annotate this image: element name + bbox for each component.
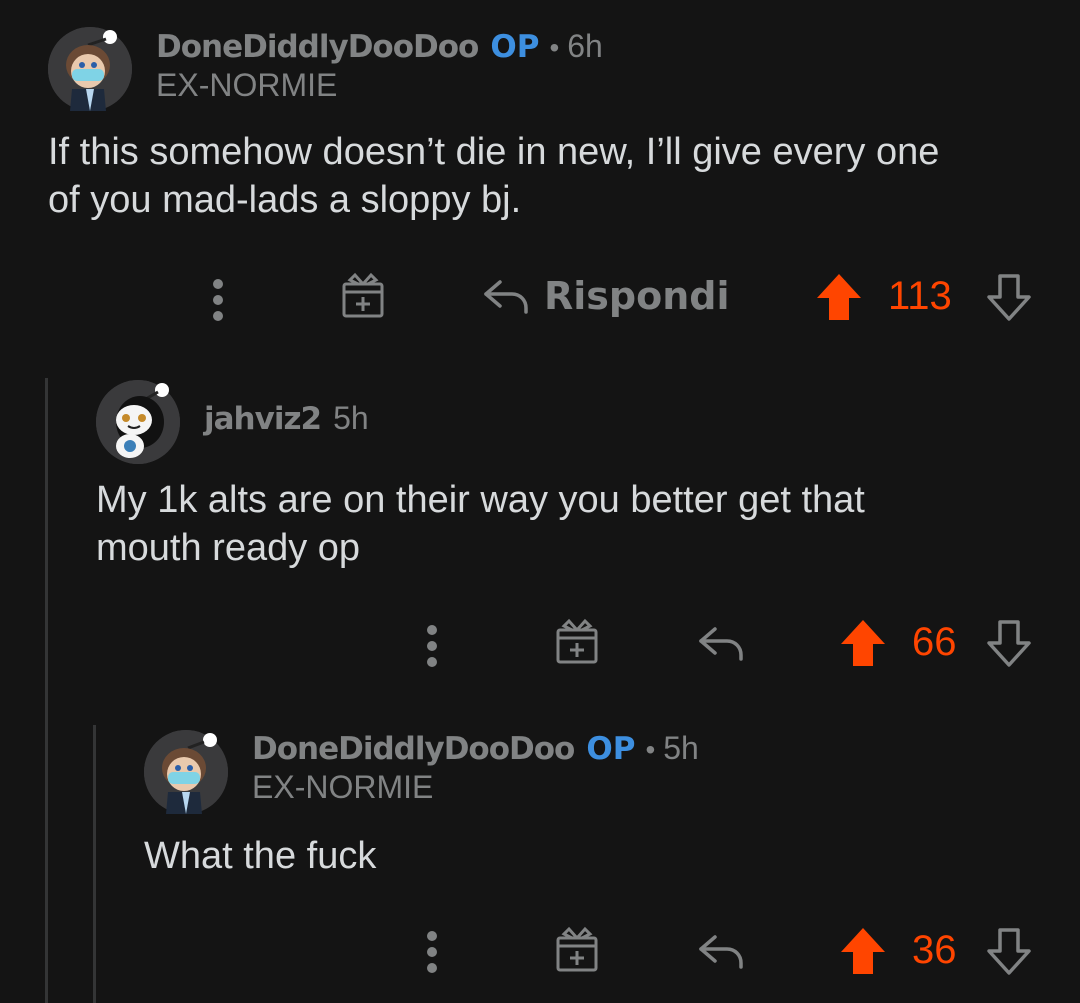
downvote-icon	[987, 928, 1031, 975]
op-badge: OP	[586, 731, 636, 767]
comment-3: DoneDiddlyDooDoo OP • 5h EX-NORMIE What …	[0, 0, 1080, 1003]
vote-score: 36	[912, 928, 957, 972]
user-flair: EX-NORMIE	[252, 769, 434, 805]
username[interactable]: DoneDiddlyDooDoo	[252, 731, 575, 767]
avatar[interactable]	[144, 730, 228, 814]
more-options-icon	[427, 931, 437, 973]
comment-thread: DoneDiddlyDooDoo OP • 6h EX-NORMIE If th…	[0, 0, 1080, 1003]
avatar-icon	[144, 730, 228, 814]
downvote-button[interactable]	[984, 924, 1034, 978]
comment-body-line: What the fuck	[144, 835, 377, 877]
award-icon	[556, 926, 598, 972]
reply-icon	[699, 935, 743, 969]
more-options-button[interactable]	[412, 922, 452, 982]
comment-body: What the fuck	[144, 832, 376, 880]
award-button[interactable]	[550, 922, 604, 976]
upvote-icon	[841, 928, 885, 974]
comment-age: 5h	[663, 730, 699, 766]
reply-button[interactable]	[696, 926, 746, 976]
separator-dot: •	[645, 734, 656, 765]
comment-meta: DoneDiddlyDooDoo OP • 5h EX-NORMIE	[252, 730, 699, 806]
upvote-button[interactable]	[838, 924, 888, 978]
